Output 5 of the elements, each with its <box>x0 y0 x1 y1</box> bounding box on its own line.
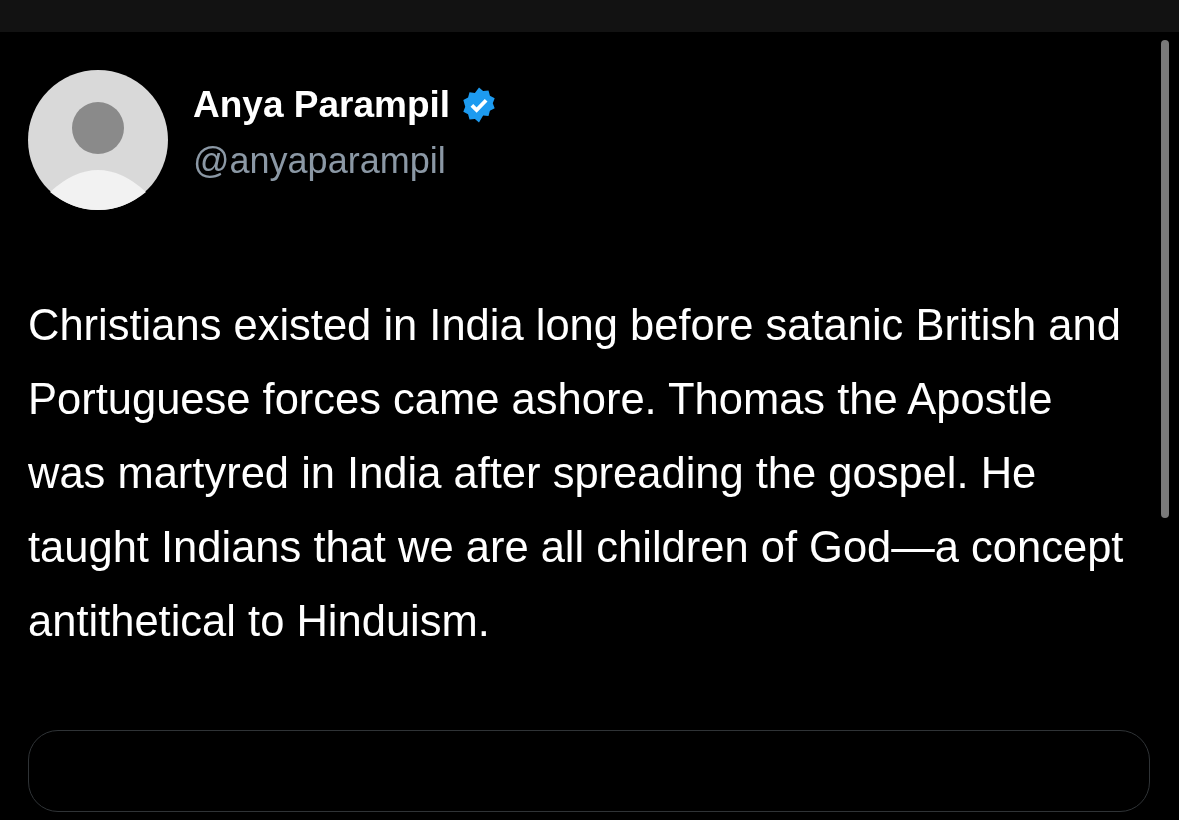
avatar[interactable] <box>28 70 168 210</box>
post-text: Christians existed in India long before satanic British and Portuguese forces came ashore. Thomas the Apostle was martyred in India after spreading the gospel. He taught Indians that we are all children of God—a concept antithetical to Hinduism. <box>28 300 1125 647</box>
scrollbar[interactable] <box>1161 40 1169 518</box>
author-handle[interactable]: @anyaparampil <box>193 140 499 182</box>
author-name[interactable]: Anya Parampil <box>193 84 451 126</box>
